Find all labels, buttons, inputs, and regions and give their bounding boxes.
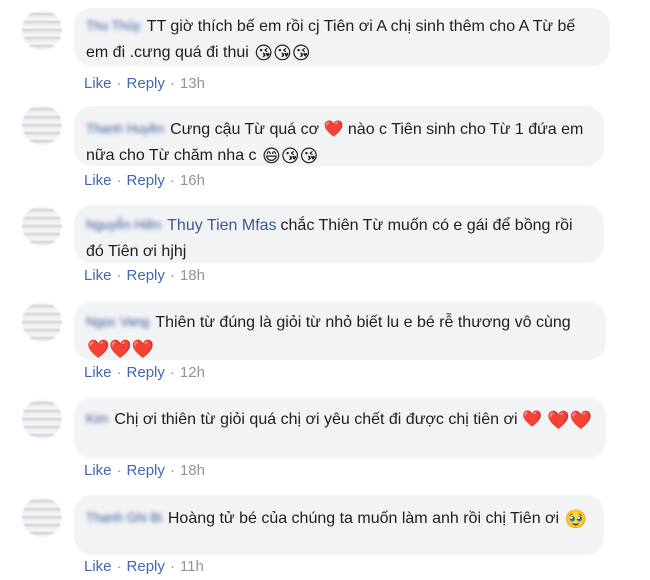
comment-bubble: Kim Chị ơi thiên từ giỏi quá chị ơi yêu c… bbox=[74, 398, 606, 458]
comment-text: Thiên từ đúng là giỏi từ nhỏ biết lu e b… bbox=[155, 314, 571, 331]
separator-dot: · bbox=[169, 364, 175, 381]
reply-button[interactable]: Reply bbox=[127, 172, 165, 189]
emoji-hearts: ❤️❤️ bbox=[547, 410, 593, 430]
comment-time[interactable]: 11h bbox=[180, 558, 204, 575]
comment-time[interactable]: 16h bbox=[180, 172, 205, 189]
like-button[interactable]: Like bbox=[84, 267, 112, 284]
commenter-name[interactable]: Thanh Huyền bbox=[86, 116, 164, 142]
commenter-name[interactable]: Nguyễn Hiền bbox=[86, 212, 161, 238]
comment-actions: Like · Reply · 18h bbox=[84, 267, 205, 284]
like-button[interactable]: Like bbox=[84, 172, 112, 189]
comment-bubble: Thu Thủy TT giờ thích bế em rồi cj Tiên ơ… bbox=[74, 8, 610, 66]
tagged-user-link[interactable]: Thuy Tien Mfas bbox=[167, 213, 276, 239]
emoji-kiss: 😘😘😘 bbox=[254, 43, 311, 63]
comment-actions: Like · Reply · 11h bbox=[84, 558, 204, 575]
like-button[interactable]: Like bbox=[84, 75, 112, 92]
separator-dot: · bbox=[116, 364, 122, 381]
comment-text: Hoàng tử bé của chúng ta muốn làm anh rồ… bbox=[167, 510, 560, 527]
reply-button[interactable]: Reply bbox=[127, 75, 165, 92]
like-button[interactable]: Like bbox=[84, 364, 112, 381]
reply-button[interactable]: Reply bbox=[127, 364, 165, 381]
comment-actions: Like · Reply · 16h bbox=[84, 172, 205, 189]
separator-dot: · bbox=[116, 558, 122, 575]
commenter-name[interactable]: Thanh Ghi Bi bbox=[86, 505, 162, 531]
comment-text: Chị ơi thiên từ giỏi quá chị ơi yêu chết… bbox=[114, 411, 542, 428]
separator-dot: · bbox=[169, 267, 175, 284]
commenter-name[interactable]: Kim bbox=[86, 406, 108, 432]
avatar[interactable] bbox=[22, 206, 62, 246]
reply-button[interactable]: Reply bbox=[127, 267, 165, 284]
comment-actions: Like · Reply · 18h bbox=[84, 462, 205, 479]
comment-actions: Like · Reply · 12h bbox=[84, 364, 205, 381]
separator-dot: · bbox=[116, 172, 122, 189]
reply-button[interactable]: Reply bbox=[127, 558, 165, 575]
separator-dot: · bbox=[169, 462, 175, 479]
comment-time[interactable]: 18h bbox=[180, 267, 205, 284]
comment-bubble: Thanh Huyền Cưng cậu Từ quá cơ ❤️ nào c T… bbox=[74, 106, 604, 166]
separator-dot: · bbox=[116, 462, 122, 479]
comment-actions: Like · Reply · 13h bbox=[84, 75, 205, 92]
reply-button[interactable]: Reply bbox=[127, 462, 165, 479]
comment-bubble: Thanh Ghi Bi Hoàng tử bé của chúng ta muố… bbox=[74, 495, 604, 555]
like-button[interactable]: Like bbox=[84, 558, 112, 575]
comment-bubble: Nguyễn Hiền Thuy Tien Mfas chắc Thiên Từ m… bbox=[74, 205, 604, 263]
separator-dot: · bbox=[116, 267, 122, 284]
like-button[interactable]: Like bbox=[84, 462, 112, 479]
avatar[interactable] bbox=[22, 399, 62, 439]
comment-time[interactable]: 13h bbox=[180, 75, 205, 92]
comment-text: TT giờ thích bế em rồi cj Tiên ơi A chị … bbox=[86, 18, 580, 61]
emoji-pleading: 🥹 bbox=[564, 509, 587, 529]
commenter-name[interactable]: Ngọc Vang bbox=[86, 309, 149, 335]
separator-dot: · bbox=[169, 75, 175, 92]
avatar[interactable] bbox=[22, 302, 62, 342]
separator-dot: · bbox=[116, 75, 122, 92]
separator-dot: · bbox=[169, 172, 175, 189]
comment-time[interactable]: 18h bbox=[180, 462, 205, 479]
comment-bubble: Ngọc Vang Thiên từ đúng là giỏi từ nhỏ bi… bbox=[74, 302, 606, 360]
comment-time[interactable]: 12h bbox=[180, 364, 205, 381]
avatar[interactable] bbox=[22, 497, 62, 537]
avatar[interactable] bbox=[22, 10, 62, 50]
avatar[interactable] bbox=[22, 105, 62, 145]
separator-dot: · bbox=[169, 558, 175, 575]
emoji-laugh-kiss: 😄😘😘 bbox=[262, 146, 319, 166]
commenter-name[interactable]: Thu Thủy bbox=[86, 13, 141, 39]
emoji-hearts: ❤️❤️❤️ bbox=[87, 339, 155, 359]
